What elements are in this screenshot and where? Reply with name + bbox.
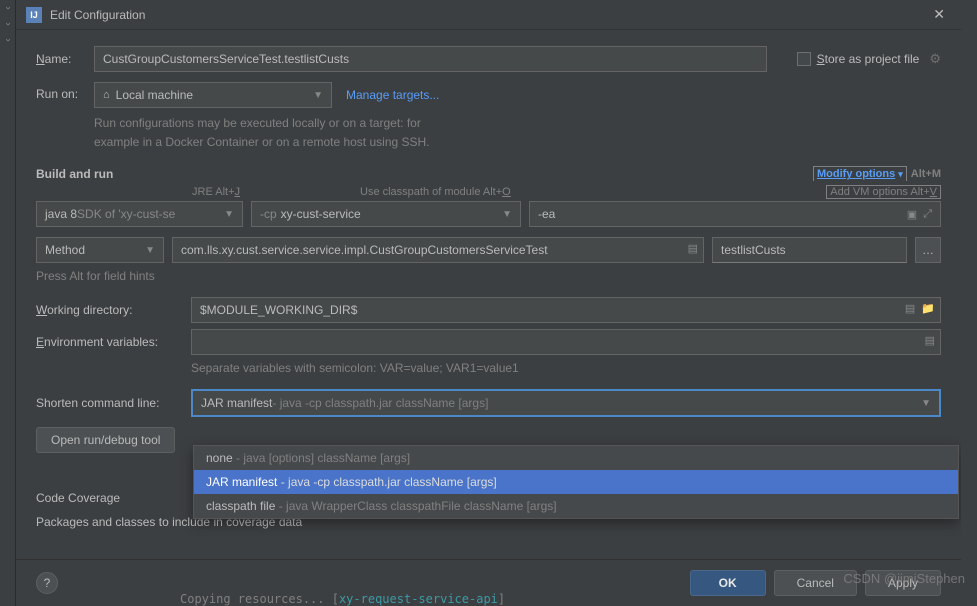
list-icon[interactable]: ▤ <box>905 302 915 315</box>
open-tool-button[interactable]: Open run/debug tool <box>36 427 175 453</box>
store-label: Store as project file <box>817 52 920 66</box>
cancel-button[interactable]: Cancel <box>774 570 857 596</box>
jre-select[interactable]: java 8 SDK of 'xy-cust-se ▼ <box>36 201 243 227</box>
jre-hint: JRE Alt+J <box>192 186 254 198</box>
editor-gutter: › › › <box>0 0 16 606</box>
env-input[interactable] <box>191 329 941 355</box>
dropdown-option-classpath-file[interactable]: classpath file - java WrapperClass class… <box>194 494 958 518</box>
folder-icon[interactable]: 📁 <box>921 302 935 315</box>
ok-button[interactable]: OK <box>690 570 766 596</box>
chevron-down-icon: ▼ <box>313 90 323 101</box>
expand-icon[interactable]: ▣ <box>907 208 917 221</box>
console-output: Copying resources... [xy-request-service… <box>180 592 505 606</box>
apply-button[interactable]: Apply <box>865 570 941 596</box>
working-dir-input[interactable] <box>191 297 941 323</box>
manage-targets-link[interactable]: Manage targets... <box>346 88 439 102</box>
field-hint: Press Alt for field hints <box>36 269 941 283</box>
run-on-select[interactable]: ⌂ Local machine ▼ <box>94 82 332 108</box>
dialog-content: Name: Store as project file ⚙ Run on: ⌂ … <box>16 30 961 559</box>
dropdown-option-none[interactable]: none - java [options] className [args] <box>194 446 958 470</box>
modify-options-link[interactable]: Modify options ▾ <box>813 166 907 181</box>
test-kind-select[interactable]: Method ▼ <box>36 237 164 263</box>
help-button[interactable]: ? <box>36 572 58 594</box>
shorten-dropdown: none - java [options] className [args] J… <box>193 445 959 519</box>
dialog-title: Edit Configuration <box>50 8 927 22</box>
shorten-select[interactable]: JAR manifest - java -cp classpath.jar cl… <box>191 389 941 417</box>
list-icon[interactable]: ▤ <box>688 242 698 255</box>
name-input[interactable] <box>94 46 767 72</box>
run-on-help: Run configurations may be executed local… <box>94 114 941 152</box>
chevron-down-icon: ▼ <box>224 209 234 220</box>
fullscreen-icon[interactable]: ⤢ <box>923 208 932 221</box>
run-on-label: Run on: <box>36 82 94 101</box>
chevron-down-icon: ▼ <box>502 209 512 220</box>
chevron-down-icon: ▼ <box>145 245 155 256</box>
build-run-header: Build and run Modify options ▾ Alt+M <box>36 166 941 181</box>
edit-configuration-dialog: IJ Edit Configuration ✕ Name: Store as p… <box>16 0 961 606</box>
store-checkbox[interactable] <box>797 52 811 66</box>
test-method-input[interactable] <box>712 237 907 263</box>
class-name-input[interactable] <box>172 237 704 263</box>
dropdown-option-jar-manifest[interactable]: JAR manifest - java -cp classpath.jar cl… <box>194 470 958 494</box>
home-icon: ⌂ <box>103 89 110 101</box>
env-hint: Separate variables with semicolon: VAR=v… <box>191 361 941 375</box>
browse-button[interactable]: … <box>915 237 941 263</box>
env-label: Environment variables: <box>36 335 191 349</box>
shorten-label: Shorten command line: <box>36 396 191 410</box>
run-on-value: Local machine <box>116 88 193 102</box>
app-icon: IJ <box>26 7 42 23</box>
classpath-hint: Use classpath of module Alt+O <box>360 186 511 198</box>
right-gutter <box>961 0 977 606</box>
name-label: Name: <box>36 52 94 66</box>
list-icon[interactable]: ▤ <box>925 334 935 347</box>
working-dir-label: Working directory: <box>36 303 191 317</box>
titlebar: IJ Edit Configuration ✕ <box>16 0 961 30</box>
vm-options-input[interactable]: -ea ▣ ⤢ <box>529 201 941 227</box>
classpath-select[interactable]: -cpxy-cust-service ▼ <box>251 201 521 227</box>
vm-hint: Add VM options Alt+V <box>826 185 941 199</box>
coverage-header: Code Coverage <box>36 491 120 505</box>
chevron-down-icon: ▼ <box>921 398 931 409</box>
gear-icon[interactable]: ⚙ <box>929 51 941 67</box>
close-icon[interactable]: ✕ <box>927 4 951 25</box>
alt-m-hint: Alt+M <box>911 168 941 180</box>
